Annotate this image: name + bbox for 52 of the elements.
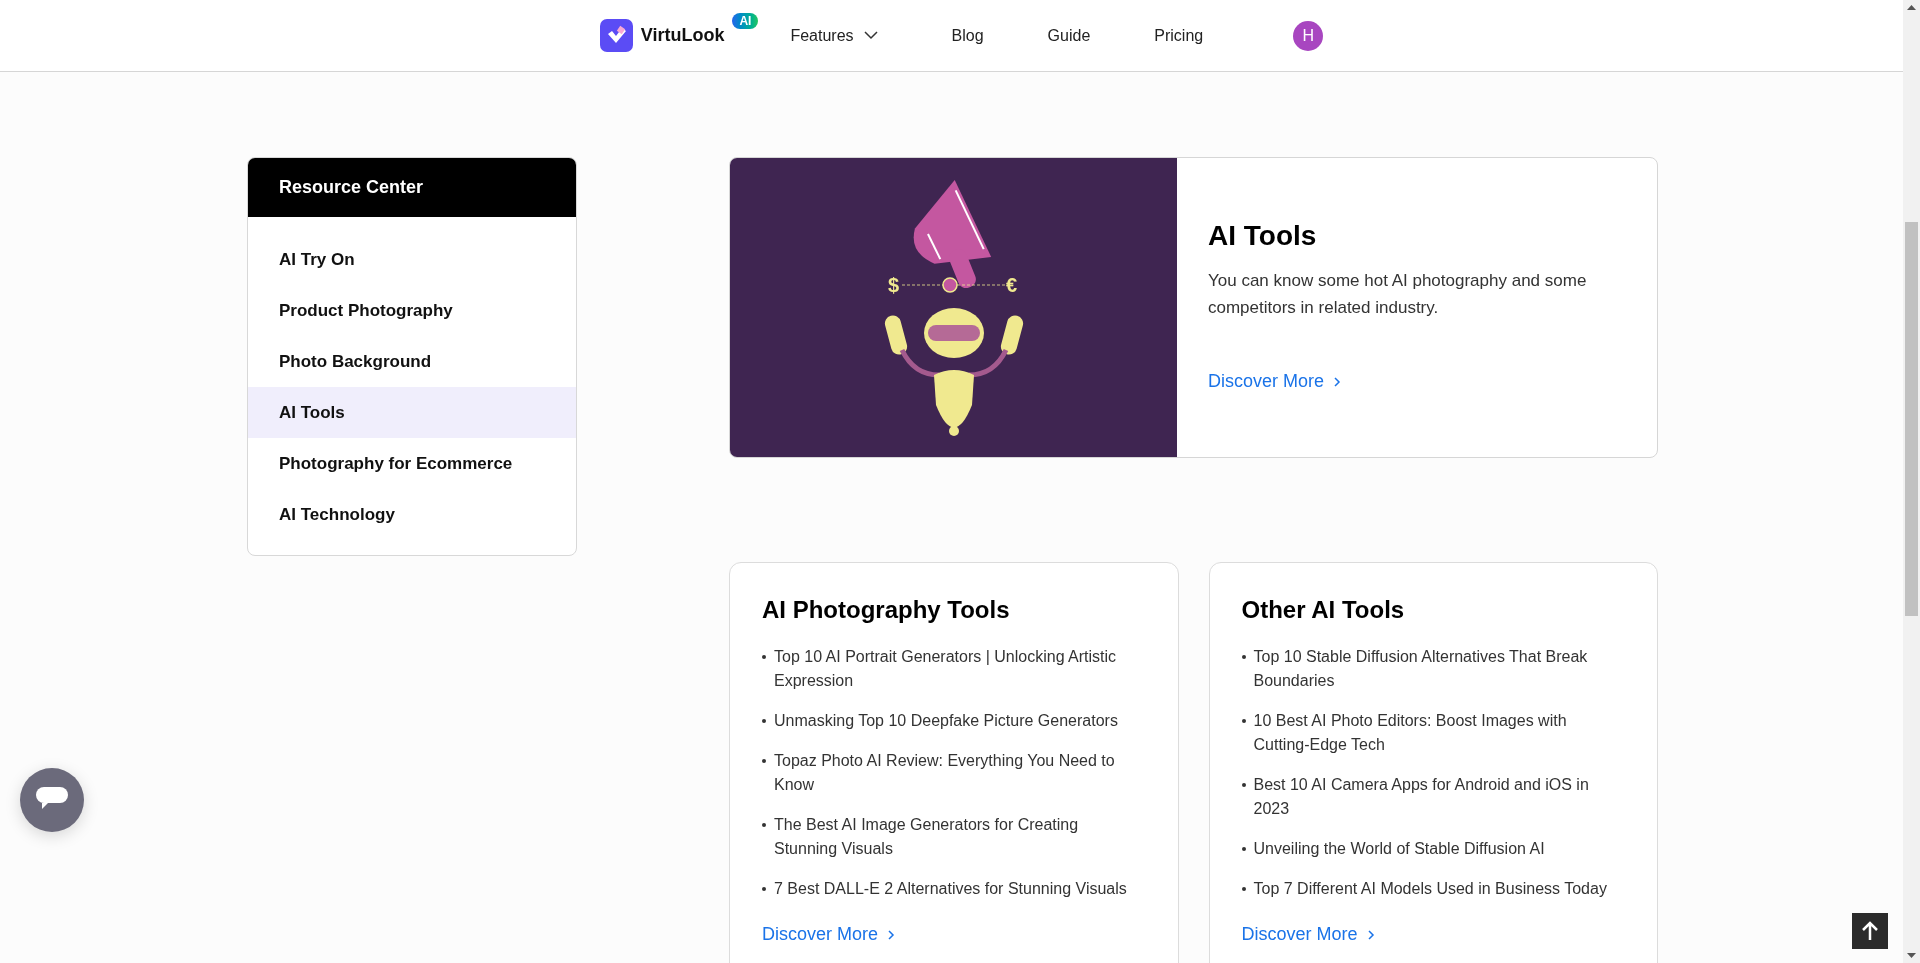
bullet-icon (1241, 887, 1246, 891)
user-avatar[interactable]: H (1293, 20, 1324, 51)
bullet-icon (1241, 847, 1246, 851)
bullet-icon (1241, 719, 1246, 723)
discover-more-link[interactable]: Discover More (1208, 368, 1343, 395)
featured-title: AI Tools (1208, 219, 1318, 253)
chevron-right-icon (1332, 375, 1343, 388)
chat-button[interactable] (20, 768, 84, 832)
bullet-icon (762, 887, 766, 891)
sidebar-item[interactable]: Product Photography (248, 285, 576, 336)
robot-megaphone-drawing: $ € (883, 174, 1024, 441)
back-to-top-button[interactable] (1852, 913, 1888, 949)
article-link[interactable]: Top 7 Different AI Models Used in Business Today (1253, 877, 1607, 901)
featured-description: You can know some hot AI photography and some competitors in related industry. (1208, 270, 1588, 319)
bullet-icon (762, 823, 766, 827)
bullet-icon (1241, 783, 1246, 787)
sidebar-item[interactable]: AI Tools (248, 387, 576, 438)
sidebar-item[interactable]: AI Technology (248, 489, 576, 540)
brand-name: VirtuLook (640, 24, 725, 47)
logo-icon (599, 19, 633, 52)
scroll-up-icon (1907, 5, 1916, 10)
article-link[interactable]: 10 Best AI Photo Editors: Boost Images with Cutting-Edge Tech (1253, 709, 1625, 757)
article-link[interactable]: The Best AI Image Generators for Creating Stunning Visuals (774, 813, 1146, 861)
article-link[interactable]: Top 10 Stable Diffusion Alternatives That Break Boundaries (1253, 645, 1625, 693)
article-link[interactable]: Best 10 AI Camera Apps for Android and iOS in 2023 (1253, 773, 1625, 821)
scroll-down-icon (1907, 953, 1916, 958)
bullet-icon (762, 719, 766, 723)
card-title: Other AI Tools (1241, 595, 1406, 625)
chevron-right-icon (1365, 928, 1376, 941)
bullet-icon (762, 655, 766, 659)
bullet-icon (1241, 655, 1246, 659)
article-link[interactable]: Unveiling the World of Stable Diffusion AI (1253, 837, 1545, 861)
bullet-icon (762, 759, 766, 763)
chevron-down-icon (863, 31, 878, 40)
ai-badge: AI (732, 13, 759, 29)
sidebar-item[interactable]: Photo Background (248, 336, 576, 387)
article-link[interactable]: Top 10 AI Portrait Generators | Unlocking Artistic Expression (774, 645, 1146, 693)
sidebar-item[interactable]: Photography for Ecommerce (248, 438, 576, 489)
discover-more-link[interactable]: Discover More (762, 921, 897, 948)
discover-more-link[interactable]: Discover More (1241, 921, 1376, 948)
chevron-right-icon (886, 928, 897, 941)
arrow-up-icon (1861, 921, 1879, 941)
article-link[interactable]: Unmasking Top 10 Deepfake Picture Generators (774, 709, 1118, 733)
article-link[interactable]: Topaz Photo AI Review: Everything You Need to Know (774, 749, 1146, 797)
sidebar-item[interactable]: AI Try On (248, 234, 576, 285)
nav-link[interactable]: Blog (951, 23, 984, 48)
sidebar-title: Resource Center (248, 158, 576, 217)
nav-link[interactable]: Guide (1047, 23, 1091, 48)
article-link[interactable]: 7 Best DALL-E 2 Alternatives for Stunning Visuals (774, 877, 1127, 901)
card-title: AI Photography Tools (762, 595, 1011, 625)
nav-link[interactable]: Pricing (1154, 23, 1204, 48)
nav-link[interactable]: Features (790, 23, 878, 48)
